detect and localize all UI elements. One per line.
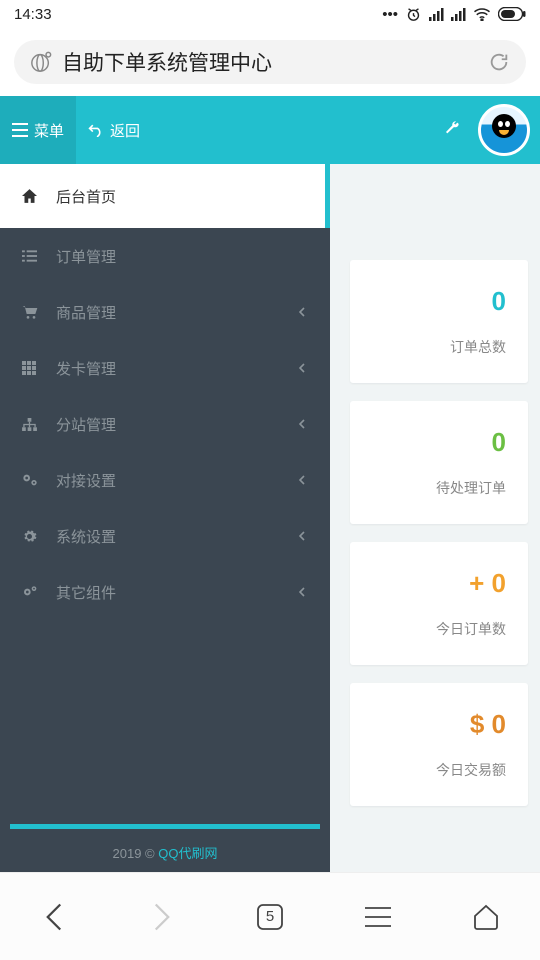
sidebar-footer: 2019 © QQ代刷网 [0, 824, 330, 872]
list-icon [22, 250, 56, 262]
reload-icon[interactable] [488, 51, 510, 73]
chevron-left-icon [299, 419, 306, 429]
home-icon [22, 189, 56, 203]
battery-icon [498, 7, 526, 21]
chevron-right-icon [152, 902, 172, 932]
page-title: 自助下单系统管理中心 [62, 47, 272, 77]
sidebar-item-substations[interactable]: 分站管理 [0, 396, 330, 452]
sidebar-item-label: 后台首页 [56, 186, 116, 207]
card-pending-orders[interactable]: 0 待处理订单 [350, 401, 528, 524]
card-label: 订单总数 [372, 337, 506, 357]
gear-icon [22, 529, 56, 544]
card-total-orders[interactable]: 0 订单总数 [350, 260, 528, 383]
menu-label: 菜单 [34, 120, 64, 141]
sidebar-item-label: 系统设置 [56, 526, 116, 547]
sidebar: 后台首页 订单管理 商品管理 发卡管理 分站管理 对接设置 系统设置 [0, 164, 330, 872]
browser-address-bar: 自助下单系统管理中心 [0, 28, 540, 96]
globe-icon [30, 51, 52, 73]
wrench-icon [444, 120, 460, 136]
settings-button[interactable] [426, 120, 478, 141]
nav-back-button[interactable] [24, 895, 84, 939]
status-bar: 14:33 ••• [0, 0, 540, 28]
sidebar-item-label: 对接设置 [56, 470, 116, 491]
status-icons: ••• [382, 6, 526, 23]
card-value: $ 0 [372, 709, 506, 740]
card-label: 今日交易额 [372, 760, 506, 780]
cart-icon [22, 305, 56, 319]
footer-link[interactable]: QQ代刷网 [158, 846, 217, 861]
address-pill[interactable]: 自助下单系统管理中心 [14, 40, 526, 84]
penguin-icon [492, 114, 516, 138]
gears-alt-icon [22, 585, 56, 599]
sidebar-item-integration[interactable]: 对接设置 [0, 452, 330, 508]
card-value: 0 [372, 286, 506, 317]
home-outline-icon [472, 904, 500, 930]
wifi-icon [473, 7, 491, 21]
browser-bottom-nav: 5 [0, 872, 540, 960]
app-header: 菜单 返回 [0, 96, 540, 164]
status-time: 14:33 [14, 6, 52, 23]
sidebar-item-system[interactable]: 系统设置 [0, 508, 330, 564]
sidebar-item-cards[interactable]: 发卡管理 [0, 340, 330, 396]
sidebar-item-other[interactable]: 其它组件 [0, 564, 330, 620]
card-label: 待处理订单 [372, 478, 506, 498]
signal-icon-2 [451, 8, 466, 21]
chevron-left-icon [299, 587, 306, 597]
back-label: 返回 [110, 120, 140, 141]
sidebar-item-label: 订单管理 [56, 246, 116, 267]
nav-menu-button[interactable] [348, 895, 408, 939]
back-button[interactable]: 返回 [76, 96, 152, 164]
avatar[interactable] [478, 104, 530, 156]
main-viewport: 0 订单总数 0 待处理订单 + 0 今日订单数 $ 0 今日交易额 后台首页 … [0, 164, 540, 872]
menu-toggle-button[interactable]: 菜单 [0, 96, 76, 164]
sidebar-item-products[interactable]: 商品管理 [0, 284, 330, 340]
card-value: 0 [372, 427, 506, 458]
sidebar-item-dashboard[interactable]: 后台首页 [0, 164, 330, 228]
sitemap-icon [22, 418, 56, 431]
chevron-left-icon [299, 363, 306, 373]
card-today-revenue[interactable]: $ 0 今日交易额 [350, 683, 528, 806]
stat-cards: 0 订单总数 0 待处理订单 + 0 今日订单数 $ 0 今日交易额 [350, 260, 540, 824]
card-today-orders[interactable]: + 0 今日订单数 [350, 542, 528, 665]
sidebar-item-label: 其它组件 [56, 582, 116, 603]
chevron-left-icon [299, 531, 306, 541]
alarm-icon [405, 6, 422, 23]
hamburger-icon [365, 907, 391, 927]
tab-count: 5 [266, 908, 274, 925]
sidebar-item-label: 商品管理 [56, 302, 116, 323]
chevron-left-icon [44, 902, 64, 932]
grid-icon [22, 361, 56, 375]
sidebar-item-orders[interactable]: 订单管理 [0, 228, 330, 284]
sidebar-item-label: 发卡管理 [56, 358, 116, 379]
nav-tabs-button[interactable]: 5 [240, 895, 300, 939]
nav-home-button[interactable] [456, 895, 516, 939]
nav-forward-button[interactable] [132, 895, 192, 939]
cogs-icon [22, 473, 56, 487]
menu-icon [12, 123, 28, 137]
signal-icon [429, 8, 444, 21]
sidebar-item-label: 分站管理 [56, 414, 116, 435]
footer-year: 2019 © [113, 846, 159, 861]
card-label: 今日订单数 [372, 619, 506, 639]
more-icon: ••• [382, 6, 398, 23]
undo-icon [88, 123, 104, 137]
chevron-left-icon [299, 475, 306, 485]
card-value: + 0 [372, 568, 506, 599]
chevron-left-icon [299, 307, 306, 317]
